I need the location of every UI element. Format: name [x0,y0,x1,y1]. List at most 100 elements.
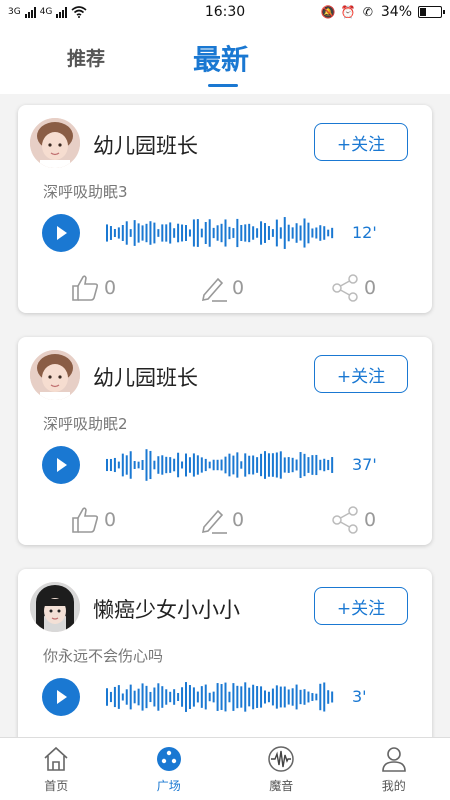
waveform-bar [323,682,326,712]
play-button[interactable] [42,678,80,716]
waveform-bar [319,225,322,241]
waveform-bar [236,218,239,248]
waveform-bar [113,228,116,238]
waveform-bar [173,228,176,238]
waveform-bar [137,688,140,706]
avatar[interactable] [30,582,80,632]
pencil-icon [201,509,227,534]
post-card[interactable]: 懒癌少女小小小 +关注 你永远不会伤心吗 3' 0 0 0 [18,569,432,737]
waveform-bar [177,452,180,478]
tab-recommended[interactable]: 推荐 [67,44,105,71]
waveform-bar [208,219,211,247]
audio-waveform[interactable] [104,213,334,253]
waveform-bar [291,227,294,239]
avatar[interactable] [30,350,80,400]
comment-count: 0 [232,509,245,531]
waveform-bar [267,453,270,477]
nav-home[interactable]: 首页 [0,738,113,800]
follow-button[interactable]: +关注 [314,355,408,393]
mute-icon: 🔕 [320,5,336,19]
network-4g-label: 4G [39,7,53,17]
waveform-bar [244,224,247,242]
waveform-bar [129,684,132,710]
signal-icon [24,6,36,18]
waveform-bar [188,457,191,473]
waveform-bar [323,226,326,240]
waveform-bar [192,687,195,707]
waveform-bar [196,691,199,703]
waveform-bar [145,223,148,243]
waveform-bar [315,693,318,701]
network-indicators: 3G 4G [8,6,87,18]
waveform-bar [232,683,235,711]
like-button[interactable]: 0 [70,505,116,535]
waveform-bar [200,686,203,708]
nav-profile[interactable]: 我的 [338,738,450,800]
post-card[interactable]: 幼儿园班长 +关注 深呼吸助眠3 12' 0 0 0 [18,105,432,313]
play-icon [57,458,67,472]
waveform-bar [169,222,172,244]
feed-list[interactable]: 幼儿园班长 +关注 深呼吸助眠3 12' 0 0 0 幼儿园班长 +关注 深呼吸… [0,94,450,737]
waveform-bar [327,229,330,237]
waveform-bar [240,461,243,469]
waveform-bar [173,458,176,472]
waveform-bar [165,456,168,474]
avatar[interactable] [30,118,80,168]
share-button[interactable]: 0 [330,505,376,535]
waveform-bar [232,228,235,238]
waveform-bar [327,459,330,471]
audio-duration: 3' [352,687,367,706]
play-button[interactable] [42,446,80,484]
follow-button[interactable]: +关注 [314,123,408,161]
waveform-bar [196,219,199,247]
comment-button[interactable]: 0 [198,505,244,535]
waveform-bar [303,689,306,705]
waveform-bar [283,457,286,473]
waveform-bar [244,682,247,712]
waveform-bar [264,690,266,704]
waveform-bar [141,460,144,470]
comment-count: 0 [232,277,245,299]
waveform-bar [177,223,180,243]
waveform-bar [275,219,278,247]
post-title[interactable]: 深呼吸助眠2 [43,413,128,434]
username[interactable]: 懒癌少女小小小 [93,594,240,624]
audio-waveform[interactable] [104,445,334,485]
plaza-icon [156,747,181,771]
post-title[interactable]: 你永远不会伤心吗 [43,645,163,666]
comment-button[interactable]: 0 [198,273,244,303]
post-title[interactable]: 深呼吸助眠3 [43,181,128,202]
waveform-bar [149,450,152,480]
share-button[interactable]: 0 [330,273,376,303]
play-button[interactable] [42,214,80,252]
waveform-bar [204,458,207,472]
waveform-bar [129,451,132,479]
waveform-bar [248,223,251,243]
waveform-bar [121,693,124,701]
like-button[interactable]: 0 [70,273,116,303]
waveform-bar [220,223,223,243]
signal-icon [56,6,68,18]
follow-button[interactable]: +关注 [314,587,408,625]
waveform-bar [204,684,207,710]
waveform-bar [181,224,184,242]
bottom-navigation: 首页 广场 魔音 我的 [0,737,450,800]
waveform-bar [260,453,263,477]
waveform-bar [181,461,184,469]
waveform-bar [109,458,112,472]
nav-magic-sound[interactable]: 魔音 [225,738,338,800]
username[interactable]: 幼儿园班长 [93,130,198,160]
waveform-bar [299,225,302,241]
waveform-bar [165,224,168,242]
waveform-bar [240,686,243,708]
share-icon [332,274,358,302]
tab-latest[interactable]: 最新 [193,38,249,78]
waveform-bar [208,461,211,469]
post-card[interactable]: 幼儿园班长 +关注 深呼吸助眠2 37' 0 0 0 [18,337,432,545]
nav-plaza[interactable]: 广场 [113,738,226,800]
waveform-bar [236,452,239,478]
audio-waveform[interactable] [104,677,334,717]
waveform-bar [232,455,235,475]
waveform-bar [307,691,310,703]
username[interactable]: 幼儿园班长 [93,362,198,392]
